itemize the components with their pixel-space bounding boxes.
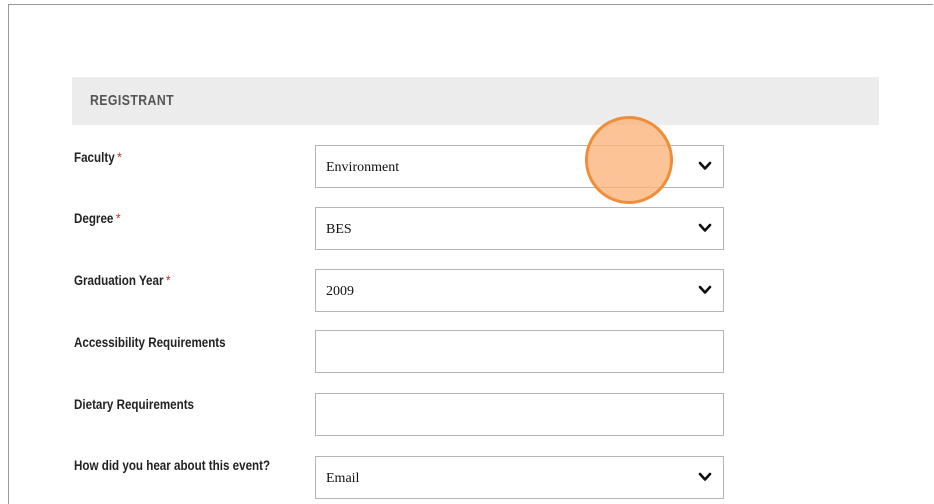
required-asterisk: * xyxy=(166,273,171,288)
accessibility-label: Accessibility Requirements xyxy=(74,335,226,350)
graduation-year-select[interactable]: 2009 xyxy=(315,269,724,312)
accessibility-label-text: Accessibility Requirements xyxy=(74,335,226,350)
chevron-down-icon xyxy=(698,223,712,232)
hear-about-selected-value: Email xyxy=(326,471,360,486)
degree-select[interactable]: BES xyxy=(315,207,724,250)
hear-about-select[interactable]: Email xyxy=(315,456,724,499)
degree-label-text: Degree xyxy=(74,211,114,226)
degree-label: Degree * xyxy=(74,211,120,226)
faculty-label: Faculty * xyxy=(74,150,122,165)
graduation-year-label-text: Graduation Year xyxy=(74,273,164,288)
faculty-selected-value: Environment xyxy=(326,160,400,175)
accessibility-requirements-input[interactable] xyxy=(315,330,724,373)
chevron-down-icon xyxy=(698,472,712,481)
chevron-down-icon xyxy=(698,161,712,170)
registrant-section-header: REGISTRANT xyxy=(72,77,879,125)
dietary-label-text: Dietary Requirements xyxy=(74,397,195,412)
faculty-select[interactable]: Environment xyxy=(315,145,724,188)
required-asterisk: * xyxy=(115,211,121,226)
hear-about-label-text: How did you hear about this event? xyxy=(74,458,271,473)
dietary-requirements-input[interactable] xyxy=(315,393,724,436)
dietary-label: Dietary Requirements xyxy=(74,397,194,412)
chevron-down-icon xyxy=(698,285,712,294)
required-asterisk: * xyxy=(117,150,122,165)
degree-selected-value: BES xyxy=(326,222,352,237)
graduation-year-label: Graduation Year * xyxy=(74,273,171,288)
graduation-year-selected-value: 2009 xyxy=(326,284,354,299)
hear-about-label: How did you hear about this event? xyxy=(74,458,270,473)
section-title: REGISTRANT xyxy=(90,92,175,109)
faculty-label-text: Faculty xyxy=(74,150,115,165)
